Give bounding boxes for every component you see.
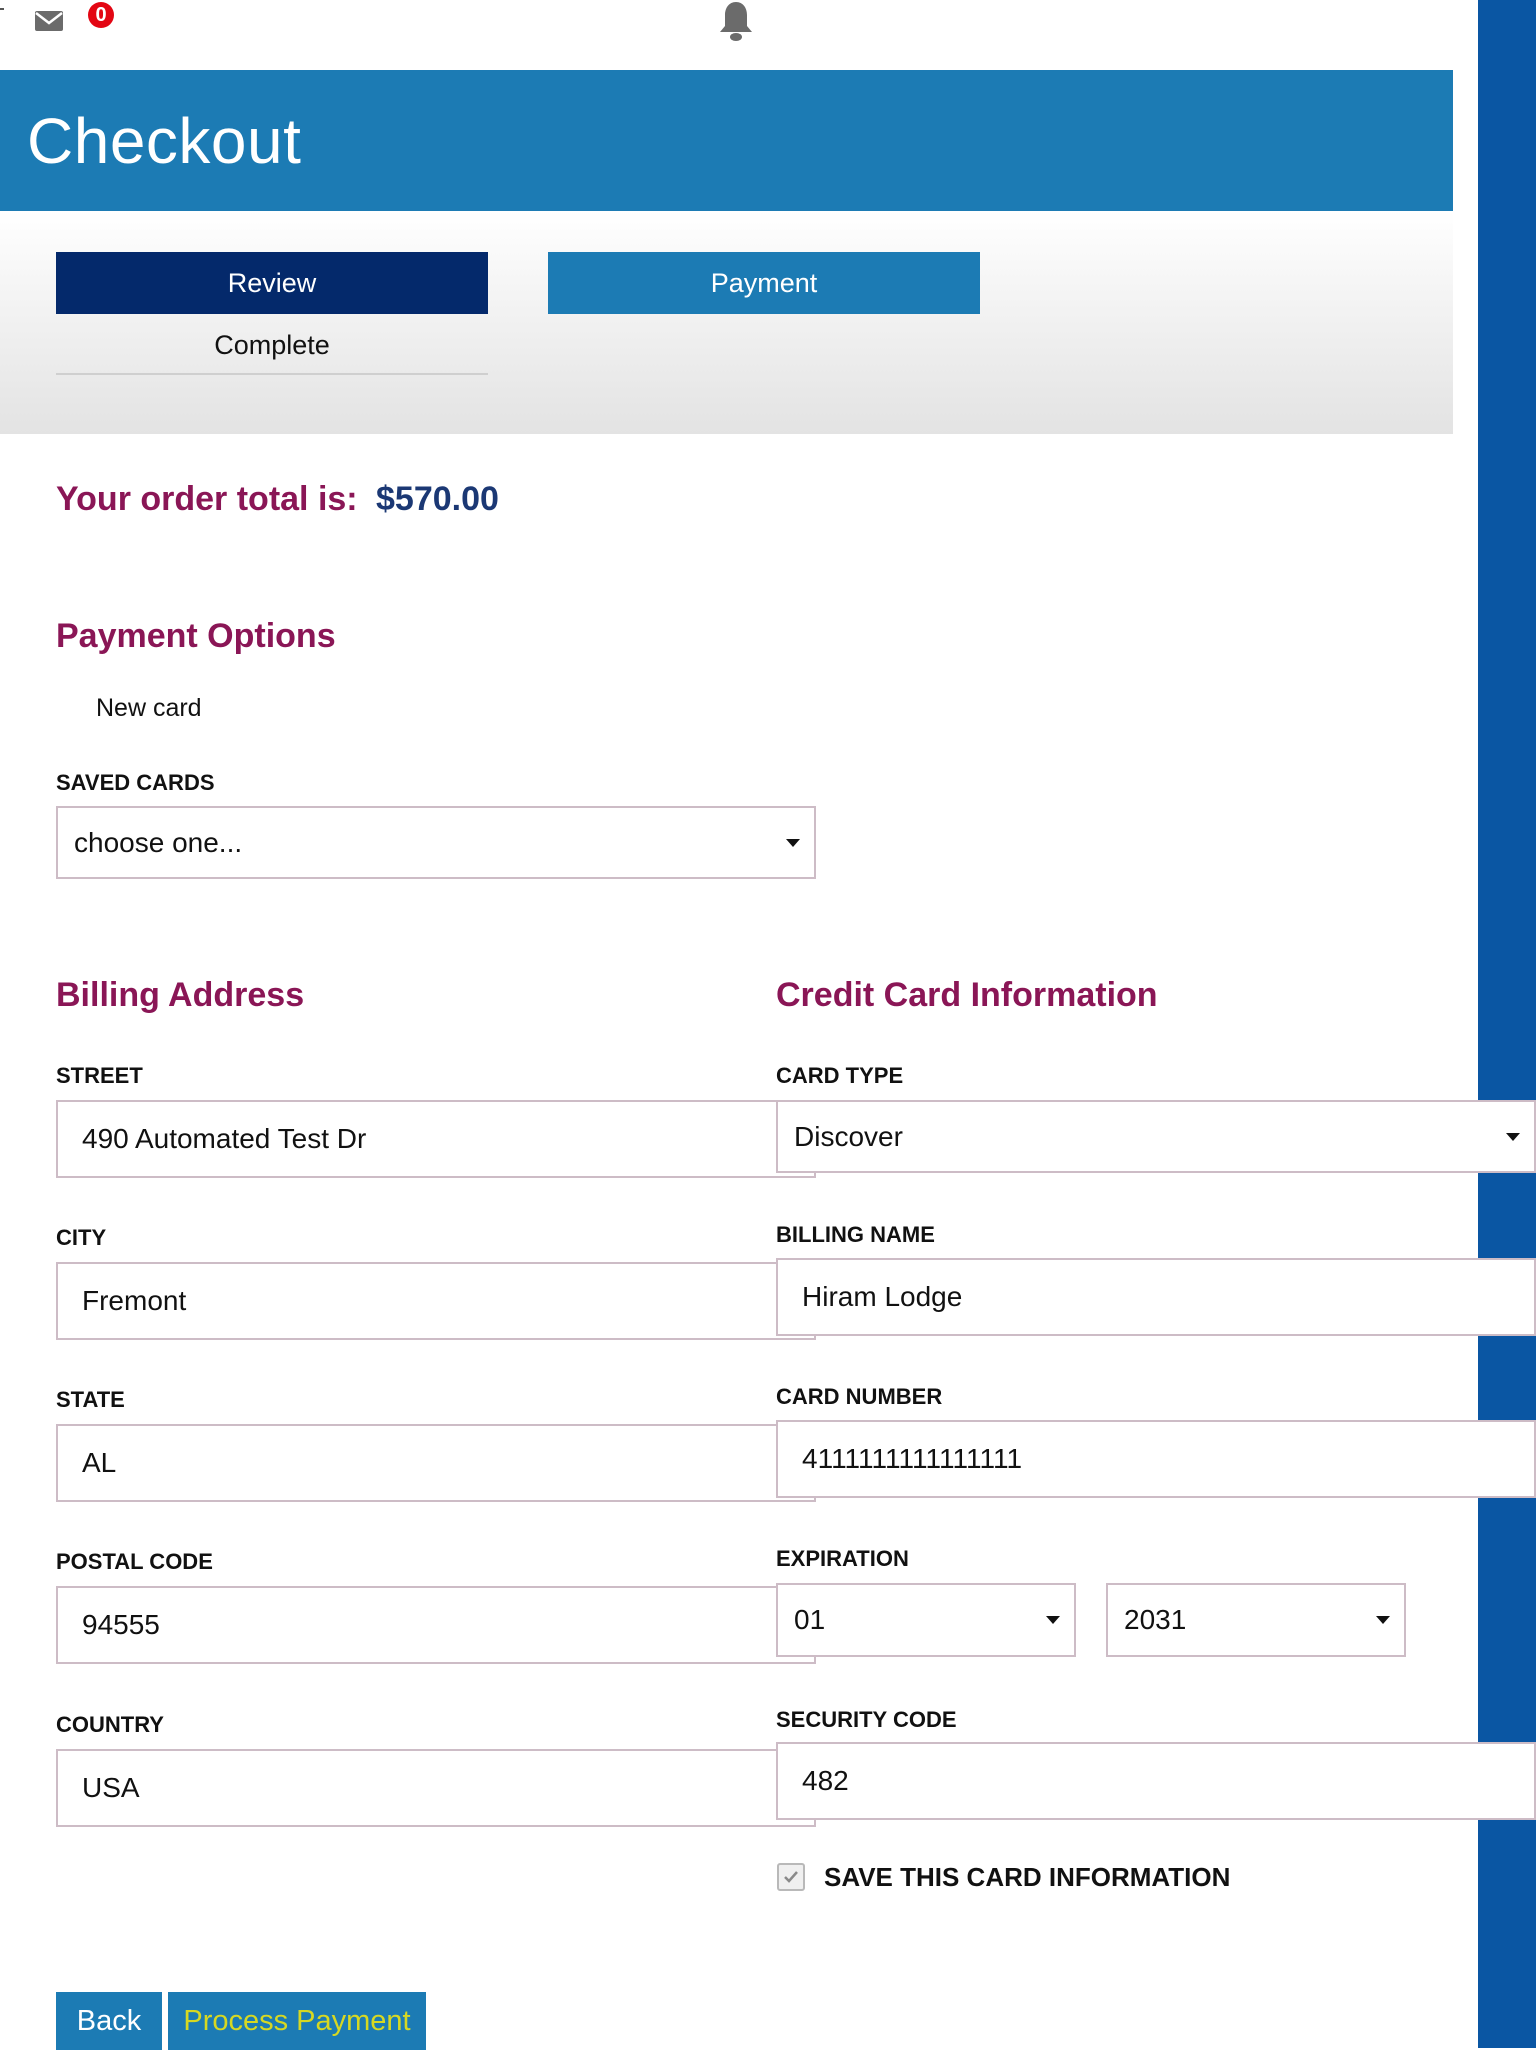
card-type-label: CARD TYPE — [776, 1063, 904, 1088]
saved-cards-label: SAVED CARDS — [56, 770, 215, 795]
step-complete[interactable]: Complete — [56, 317, 488, 375]
chevron-down-icon — [1046, 1616, 1060, 1624]
billing-name-input[interactable]: Hiram Lodge — [776, 1258, 1536, 1336]
city-input[interactable]: Fremont — [56, 1262, 816, 1340]
billing-name-value: Hiram Lodge — [802, 1281, 963, 1312]
step-review[interactable]: Review — [56, 252, 488, 314]
page-header: Checkout — [0, 70, 1453, 211]
postal-code-input[interactable]: 94555 — [56, 1586, 816, 1664]
process-payment-button[interactable]: Process Payment — [168, 1992, 426, 2050]
save-card-checkbox[interactable] — [777, 1863, 805, 1891]
page-title: Checkout — [27, 105, 302, 177]
chevron-down-icon — [786, 838, 800, 847]
credit-card-title: Credit Card Information — [776, 976, 1158, 1014]
saved-cards-select[interactable]: choose one... — [56, 806, 816, 879]
save-card-label[interactable]: SAVE THIS CARD INFORMATION — [824, 1862, 1230, 1893]
card-type-value: Discover — [794, 1120, 903, 1152]
street-value: 490 Automated Test Dr — [82, 1123, 367, 1154]
chevron-down-icon — [1376, 1616, 1390, 1624]
street-label: STREET — [56, 1063, 143, 1088]
security-code-value: 482 — [802, 1765, 849, 1796]
state-label: STATE — [56, 1387, 125, 1412]
expiration-year-select[interactable]: 2031 — [1106, 1583, 1406, 1657]
security-code-label: SECURITY CODE — [776, 1707, 957, 1732]
expiration-month-value: 01 — [794, 1604, 826, 1635]
step-payment[interactable]: Payment — [548, 252, 980, 314]
card-number-value: 4111111111111111 — [802, 1443, 1023, 1474]
card-type-select[interactable]: Discover — [776, 1100, 1536, 1173]
chevron-down-icon — [1506, 1132, 1520, 1141]
checkmark-icon — [784, 1871, 798, 1883]
saved-cards-value: choose one... — [74, 826, 243, 858]
country-label: COUNTRY — [56, 1712, 164, 1737]
order-total-value: $570.00 — [376, 480, 499, 518]
expiration-label: EXPIRATION — [776, 1546, 909, 1571]
country-value: USA — [82, 1772, 140, 1803]
right-side-bar — [1478, 0, 1536, 2048]
postal-code-value: 94555 — [82, 1609, 160, 1640]
corner-mark — [0, 8, 4, 10]
postal-code-label: POSTAL CODE — [56, 1549, 213, 1574]
billing-name-label: BILLING NAME — [776, 1222, 935, 1247]
card-number-label: CARD NUMBER — [776, 1384, 943, 1409]
back-button[interactable]: Back — [56, 1992, 162, 2050]
mail-icon[interactable]: 0 — [34, 2, 114, 32]
expiration-month-select[interactable]: 01 — [776, 1583, 1076, 1657]
state-value: AL — [82, 1447, 117, 1478]
billing-address-title: Billing Address — [56, 976, 305, 1014]
mail-count-badge: 0 — [88, 2, 114, 28]
city-value: Fremont — [82, 1285, 187, 1316]
checkout-steps: Review Payment Complete — [0, 211, 1453, 434]
street-input[interactable]: 490 Automated Test Dr — [56, 1100, 816, 1178]
payment-options-title: Payment Options — [56, 617, 336, 655]
city-label: CITY — [56, 1225, 107, 1250]
security-code-input[interactable]: 482 — [776, 1742, 1536, 1820]
card-number-input[interactable]: 4111111111111111 — [776, 1420, 1536, 1498]
country-input[interactable]: USA — [56, 1749, 816, 1827]
expiration-year-value: 2031 — [1124, 1604, 1187, 1635]
state-input[interactable]: AL — [56, 1424, 816, 1502]
order-total-label: Your order total is: — [56, 480, 358, 518]
bell-icon[interactable] — [716, 0, 756, 44]
new-card-option[interactable]: New card — [96, 694, 202, 723]
